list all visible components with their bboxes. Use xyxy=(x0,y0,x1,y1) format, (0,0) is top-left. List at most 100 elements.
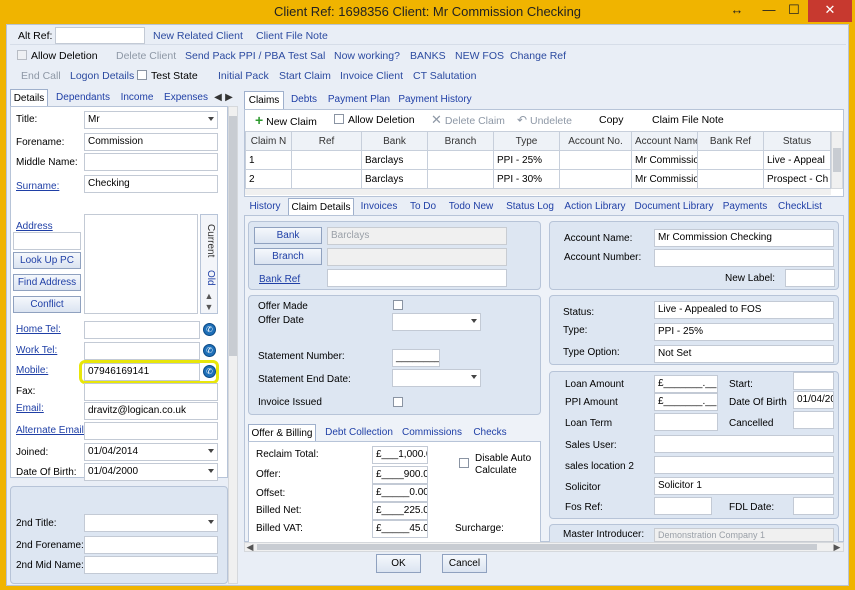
column-header[interactable]: Status xyxy=(763,131,831,151)
tab-scroll-right-icon[interactable]: ▶ xyxy=(224,89,234,107)
alternate-email-input[interactable] xyxy=(84,422,218,440)
column-header[interactable]: Claim N xyxy=(245,131,292,151)
column-header[interactable]: Account Name xyxy=(631,131,698,151)
home-tel-input[interactable] xyxy=(84,321,200,339)
ppi-amount-input[interactable]: £_______.__ xyxy=(654,393,718,411)
conflict-button[interactable]: Conflict xyxy=(13,296,81,313)
phone-call-icon[interactable]: ✆ xyxy=(203,323,216,336)
tab-action-library[interactable]: Action Library xyxy=(562,198,628,216)
new-fos-button[interactable]: NEW FOS xyxy=(455,48,504,64)
alt-ref-input[interactable] xyxy=(55,27,145,44)
initial-pack-button[interactable]: Initial Pack xyxy=(218,68,269,84)
tab-claims[interactable]: Claims xyxy=(244,91,284,109)
logon-details-button[interactable]: Logon Details xyxy=(70,68,134,84)
client-file-note-button[interactable]: Client File Note xyxy=(256,28,328,44)
table-row[interactable]: 1 Barclays PPI - 25% Mr Commissio Live -… xyxy=(245,150,831,170)
offset-input[interactable]: £_____0.00 xyxy=(372,484,428,502)
new-label-input[interactable] xyxy=(785,269,835,287)
test-state-toggle[interactable]: Test State xyxy=(137,68,198,84)
fdl-date-input[interactable] xyxy=(793,497,834,515)
start-input[interactable] xyxy=(793,372,834,390)
claims-allow-deletion-checkbox[interactable] xyxy=(334,114,344,124)
minimize-button[interactable]: — xyxy=(759,0,779,22)
work-tel-input[interactable] xyxy=(84,342,200,360)
cancelled-input[interactable] xyxy=(793,411,834,429)
tab-to-do[interactable]: To Do xyxy=(405,198,441,216)
forename-input[interactable]: Commission xyxy=(84,133,218,151)
tab-old-address[interactable]: Old xyxy=(202,270,216,286)
surname-input[interactable]: Checking xyxy=(84,175,218,193)
close-button[interactable]: ✕ xyxy=(808,0,852,22)
tab-offer-billing[interactable]: Offer & Billing xyxy=(248,424,316,442)
second-mid-name-input[interactable] xyxy=(84,556,218,574)
sales-user-input[interactable] xyxy=(654,435,834,453)
tab-claim-details[interactable]: Claim Details xyxy=(288,198,354,216)
mobile-link[interactable]: Mobile: xyxy=(16,365,48,377)
maximize-button[interactable]: ☐ xyxy=(783,0,805,22)
tab-commissions[interactable]: Commissions xyxy=(401,424,463,442)
offer-date-picker[interactable] xyxy=(392,313,481,331)
offer-made-checkbox[interactable] xyxy=(393,300,403,310)
table-row[interactable]: 2 Barclays PPI - 30% Mr Commissio Prospe… xyxy=(245,169,831,189)
restore-icon[interactable]: ↔ xyxy=(727,0,747,22)
undelete-button[interactable]: ↶ Undelete xyxy=(517,112,572,128)
tab-checklist[interactable]: CheckList xyxy=(774,198,826,216)
start-claim-button[interactable]: Start Claim xyxy=(279,68,331,84)
allow-deletion-checkbox[interactable] xyxy=(17,50,27,60)
claims-grid-hscrollbar[interactable] xyxy=(245,189,831,195)
end-call-button[interactable]: End Call xyxy=(21,68,61,84)
look-up-pc-button[interactable]: Look Up PC xyxy=(13,252,81,269)
allow-deletion-toggle[interactable]: Allow Deletion xyxy=(17,48,98,64)
arrow-right-icon[interactable]: ▶ xyxy=(832,541,842,553)
test-state-checkbox[interactable] xyxy=(137,70,147,80)
test-sal-button[interactable]: Test Sal xyxy=(288,48,325,64)
left-scrollbar-thumb[interactable] xyxy=(229,116,237,356)
tab-todo-new[interactable]: Todo New xyxy=(444,198,498,216)
change-ref-button[interactable]: Change Ref xyxy=(510,48,566,64)
tab-expenses[interactable]: Expenses xyxy=(162,89,210,107)
tab-dependants[interactable]: Dependants xyxy=(53,89,113,107)
column-header[interactable]: Branch xyxy=(427,131,494,151)
type-option-input[interactable]: Not Set xyxy=(654,345,834,363)
ok-button[interactable]: OK xyxy=(376,554,421,573)
tab-current-address[interactable]: Current xyxy=(202,224,216,257)
disable-auto-calc-checkbox[interactable] xyxy=(459,458,469,468)
now-working-button[interactable]: Now working? xyxy=(334,48,400,64)
fos-ref-input[interactable] xyxy=(654,497,712,515)
surname-link[interactable]: Surname: xyxy=(16,181,59,193)
tab-invoices[interactable]: Invoices xyxy=(357,198,401,216)
status-input[interactable]: Live - Appealed to FOS xyxy=(654,301,834,319)
loan-term-input[interactable] xyxy=(654,413,718,431)
banks-button[interactable]: BANKS xyxy=(410,48,446,64)
title-select[interactable]: Mr xyxy=(84,111,218,129)
ct-salutation-button[interactable]: CT Salutation xyxy=(413,68,476,84)
tab-scroll-left-icon[interactable]: ◀ xyxy=(213,89,223,107)
type-input[interactable]: PPI - 25% xyxy=(654,323,834,341)
home-tel-link[interactable]: Home Tel: xyxy=(16,324,61,336)
middle-name-input[interactable] xyxy=(84,153,218,171)
account-number-input[interactable] xyxy=(654,249,834,267)
tab-details[interactable]: Details xyxy=(10,89,48,107)
tab-status-log[interactable]: Status Log xyxy=(502,198,558,216)
send-pack-button[interactable]: Send Pack PPI / PBA xyxy=(185,48,285,64)
work-tel-link[interactable]: Work Tel: xyxy=(16,345,57,357)
email-link[interactable]: Email: xyxy=(16,403,44,415)
tab-debt-collection[interactable]: Debt Collection xyxy=(323,424,395,442)
cancel-button[interactable]: Cancel xyxy=(442,554,487,573)
column-header[interactable]: Bank Ref xyxy=(697,131,764,151)
tab-payment-plan[interactable]: Payment Plan xyxy=(326,91,392,109)
arrow-left-icon[interactable]: ◀ xyxy=(245,541,255,553)
loan-amount-input[interactable]: £_______.__ xyxy=(654,375,718,393)
tab-debts[interactable]: Debts xyxy=(286,91,322,109)
reclaim-total-input[interactable]: £___1,000.00 xyxy=(372,446,428,464)
column-header[interactable]: Ref xyxy=(291,131,362,151)
copy-button[interactable]: Copy xyxy=(599,112,624,128)
tab-payments[interactable]: Payments xyxy=(720,198,770,216)
second-title-select[interactable] xyxy=(84,514,218,532)
phone-call-icon[interactable]: ✆ xyxy=(203,344,216,357)
claims-allow-deletion-toggle[interactable]: Allow Deletion xyxy=(334,112,415,128)
account-name-input[interactable]: Mr Commission Checking xyxy=(654,229,834,247)
tab-document-library[interactable]: Document Library xyxy=(632,198,716,216)
claims-grid-scrollbar-thumb[interactable] xyxy=(833,148,841,172)
triangle-down-icon[interactable]: ▼ xyxy=(202,301,216,313)
